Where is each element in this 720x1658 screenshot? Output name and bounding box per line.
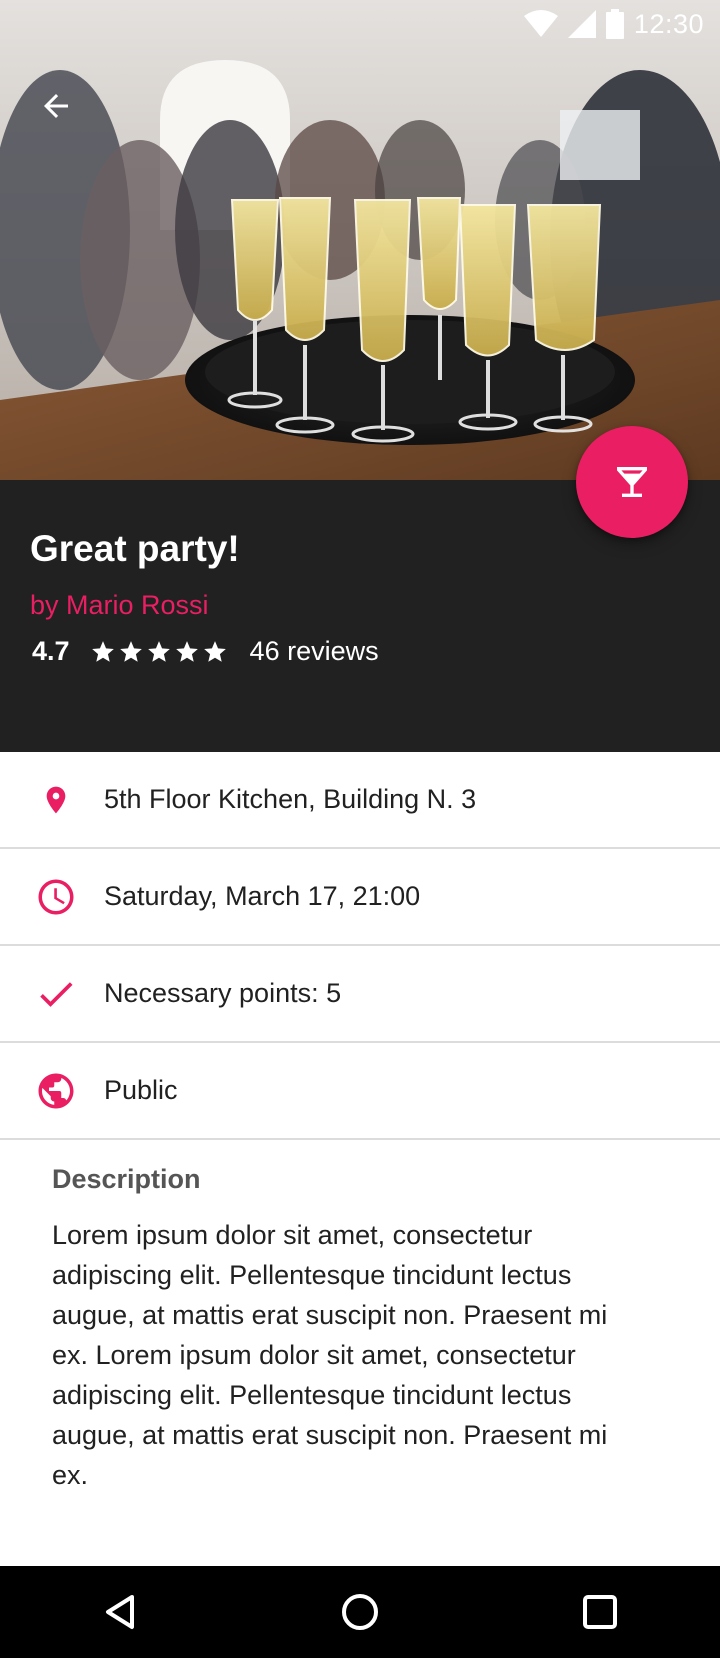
back-button[interactable] [28, 78, 84, 134]
nav-back-button[interactable] [80, 1572, 160, 1652]
system-navigation-bar [0, 1566, 720, 1658]
detail-row-visibility[interactable]: Public [0, 1043, 720, 1140]
detail-text: Saturday, March 17, 21:00 [104, 881, 421, 911]
recents-square-icon [583, 1595, 617, 1629]
event-detail-screen: 12:30 Great party! by Mario Rossi 4.7 46… [0, 0, 720, 1658]
cocktail-fab-button[interactable] [576, 426, 688, 538]
nav-home-button[interactable] [320, 1572, 400, 1652]
battery-icon [605, 9, 624, 39]
detail-text: Public [104, 1075, 178, 1105]
cocktail-glass-icon [617, 467, 647, 497]
star-rating [90, 639, 228, 665]
event-title: Great party! [30, 528, 240, 569]
home-circle-icon [342, 1594, 378, 1630]
star-icon [146, 639, 172, 665]
reviews-count[interactable]: 46 reviews [250, 636, 379, 667]
nav-recents-button[interactable] [560, 1572, 640, 1652]
rating-row: 4.7 46 reviews [32, 636, 379, 667]
champagne-party-photo [0, 0, 720, 480]
event-author[interactable]: by Mario Rossi [30, 590, 209, 621]
checkmark-icon [32, 970, 80, 1018]
clock-icon [32, 873, 80, 921]
arrow-back-icon [44, 94, 68, 118]
detail-row-points[interactable]: Necessary points: 5 [0, 946, 720, 1043]
hero-image [0, 0, 720, 480]
detail-text: Necessary points: 5 [104, 978, 342, 1008]
star-icon [174, 639, 200, 665]
detail-text: 5th Floor Kitchen, Building N. 3 [104, 784, 477, 814]
star-icon [202, 639, 228, 665]
globe-icon [32, 1067, 80, 1115]
description-body: Lorem ipsum dolor sit amet, consectetur … [52, 1220, 608, 1490]
event-details-list: 5th Floor Kitchen, Building N. 3 Saturda… [0, 752, 720, 1140]
location-pin-icon [32, 776, 80, 824]
status-bar: 12:30 [523, 0, 720, 48]
cellular-signal-icon [567, 10, 596, 38]
back-triangle-icon [106, 1595, 134, 1629]
description-section: Description Lorem ipsum dolor sit amet, … [52, 1164, 632, 1495]
status-clock: 12:30 [633, 8, 704, 39]
wifi-icon [523, 10, 558, 38]
detail-row-location[interactable]: 5th Floor Kitchen, Building N. 3 [0, 752, 720, 849]
rating-value: 4.7 [32, 636, 70, 666]
star-icon [118, 639, 144, 665]
description-heading: Description [52, 1164, 201, 1194]
detail-row-datetime[interactable]: Saturday, March 17, 21:00 [0, 849, 720, 946]
star-icon [90, 639, 116, 665]
